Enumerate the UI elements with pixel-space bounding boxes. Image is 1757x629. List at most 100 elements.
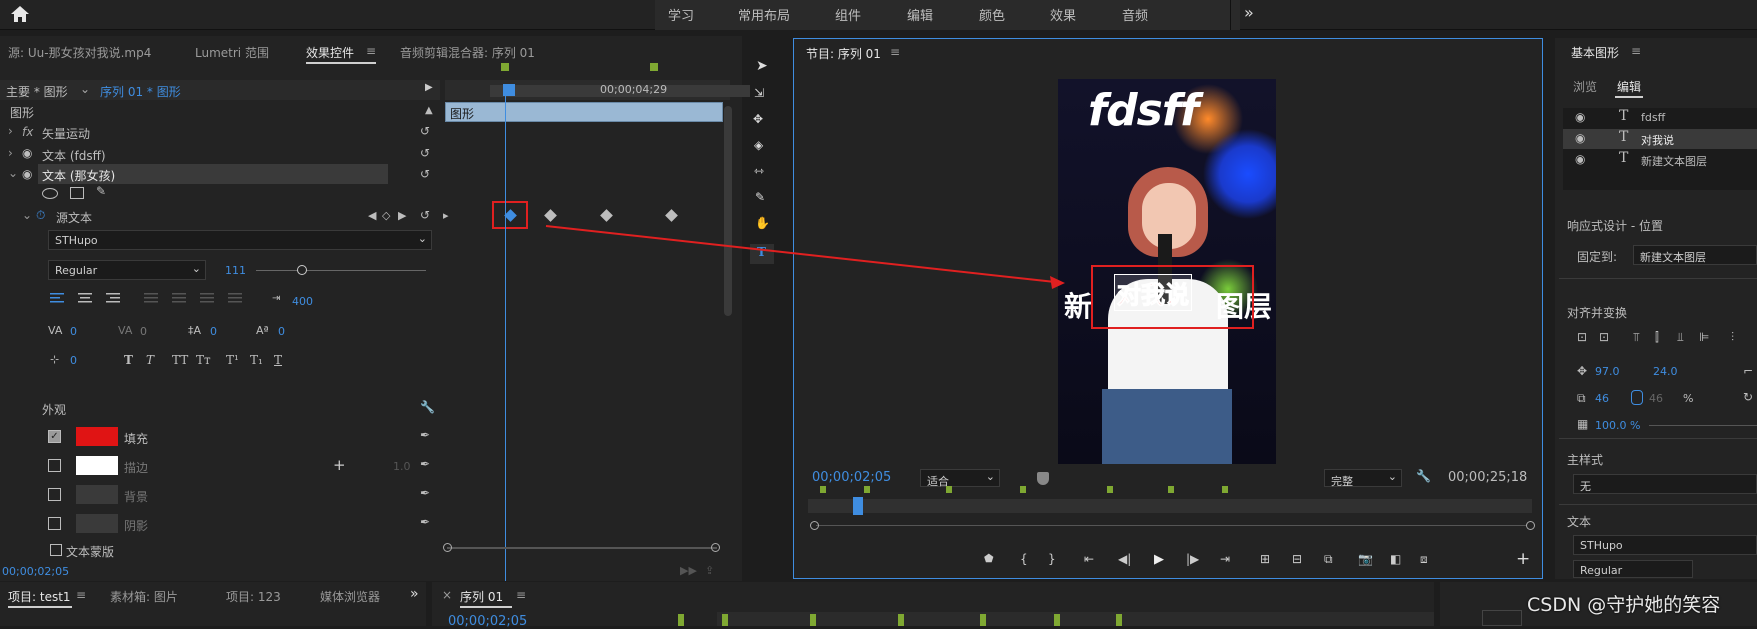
hand-tool-icon[interactable]: ✋ bbox=[755, 216, 770, 230]
add-marker-icon[interactable]: ⬟ bbox=[984, 552, 994, 565]
workspace-color[interactable]: 颜色 bbox=[979, 5, 1005, 24]
master-style-dropdown[interactable]: 无 bbox=[1573, 474, 1757, 494]
eyedropper-icon[interactable]: ✒ bbox=[420, 515, 430, 529]
superscript-button[interactable]: T¹ bbox=[226, 353, 239, 367]
mark-in-icon[interactable]: { bbox=[1020, 552, 1028, 566]
tab-bin[interactable]: 素材箱: 图片 bbox=[110, 588, 178, 605]
keyframe[interactable] bbox=[600, 209, 613, 222]
justify-right-icon[interactable] bbox=[200, 292, 214, 304]
eye-icon[interactable]: ◉ bbox=[22, 167, 32, 181]
workspace-learn[interactable]: 学习 bbox=[668, 5, 694, 24]
pin-to-dropdown[interactable]: 新建文本图层 bbox=[1633, 245, 1757, 265]
position-x-value[interactable]: 97.0 bbox=[1595, 365, 1620, 378]
scroll-handle-right[interactable] bbox=[711, 543, 720, 552]
workspace-assembly[interactable]: 组件 bbox=[835, 5, 861, 24]
reset-icon[interactable]: ↺ bbox=[420, 167, 430, 181]
shadow-checkbox[interactable] bbox=[48, 517, 61, 530]
marker[interactable] bbox=[1168, 486, 1174, 493]
sequence-ruler[interactable] bbox=[717, 612, 1434, 626]
marker[interactable] bbox=[946, 486, 952, 493]
expand-icon[interactable]: › bbox=[8, 146, 13, 160]
sequence-timecode[interactable]: 00;00;02;05 bbox=[448, 614, 527, 629]
go-to-out-icon[interactable]: ⇥ bbox=[1220, 552, 1230, 566]
marker-icon[interactable] bbox=[1037, 472, 1049, 485]
marker[interactable] bbox=[1116, 614, 1122, 626]
fx-icon[interactable]: fx bbox=[22, 125, 33, 139]
prev-keyframe-icon[interactable]: ◀ bbox=[368, 209, 376, 222]
monitor-playhead[interactable] bbox=[853, 497, 863, 515]
program-timecode[interactable]: 00;00;02;05 bbox=[812, 470, 891, 485]
camera-icon[interactable]: 📷 bbox=[1358, 552, 1373, 566]
small-caps-button[interactable]: Tт bbox=[196, 353, 211, 367]
eye-icon[interactable]: ◉ bbox=[22, 146, 32, 160]
align-left-icon[interactable] bbox=[50, 292, 64, 304]
scale-y-value[interactable]: 46 bbox=[1649, 392, 1663, 405]
tracking-value[interactable]: 0 bbox=[140, 325, 147, 338]
align-bottom-icon[interactable]: ⫫ bbox=[1677, 330, 1684, 345]
type-tool-selected[interactable]: T bbox=[750, 244, 774, 264]
tab-lumetri-scopes[interactable]: Lumetri 范围 bbox=[195, 44, 269, 61]
tab-menu-icon[interactable]: ≡ bbox=[1631, 44, 1641, 58]
font-style-dropdown[interactable]: Regular ⌄ bbox=[48, 260, 206, 280]
workspace-audio[interactable]: 音频 bbox=[1122, 5, 1148, 24]
workspace-layout[interactable]: 常用布局 bbox=[738, 5, 790, 24]
leading-value[interactable]: 0 bbox=[210, 325, 217, 338]
export-icon[interactable]: ⇪ bbox=[705, 564, 714, 577]
baseline-value[interactable]: 0 bbox=[278, 325, 285, 338]
tab-menu-icon[interactable]: ≡ bbox=[516, 588, 526, 602]
align-horizontal-center-icon[interactable]: ⊡ bbox=[1599, 330, 1609, 344]
current-timecode[interactable]: 00;00;02;05 bbox=[2, 565, 69, 578]
distribute-icon[interactable]: ⫶ bbox=[1731, 330, 1734, 345]
kerning-value[interactable]: 0 bbox=[70, 325, 77, 338]
scrollbar[interactable] bbox=[724, 106, 732, 316]
marker[interactable] bbox=[722, 614, 728, 626]
align-middle-icon[interactable]: ⫿ bbox=[1655, 330, 1659, 345]
tab-menu-icon[interactable]: ≡ bbox=[366, 44, 376, 58]
subscript-button[interactable]: T₁ bbox=[250, 353, 263, 367]
stroke-color-swatch[interactable] bbox=[76, 456, 118, 475]
graphic-clip-bar[interactable]: 图形 bbox=[445, 102, 723, 122]
align-center-icon[interactable] bbox=[78, 292, 92, 304]
pen-tool-icon[interactable]: ✎ bbox=[755, 190, 765, 204]
breadcrumb-main[interactable]: 主要 * 图形 bbox=[6, 83, 68, 100]
collapse-icon[interactable]: ▲ bbox=[425, 105, 433, 116]
play-only-icon[interactable]: ▶ bbox=[425, 82, 433, 93]
text-layer-fdsff[interactable]: 文本 (fdsff) bbox=[42, 147, 106, 164]
justify-center-icon[interactable] bbox=[172, 292, 186, 304]
fit-dropdown[interactable]: 适合 ⌄ bbox=[920, 469, 1000, 488]
marker[interactable] bbox=[810, 614, 816, 626]
zoom-scrollbar[interactable] bbox=[816, 525, 1526, 526]
zoom-handle-right[interactable] bbox=[1526, 521, 1535, 530]
marker[interactable] bbox=[1054, 614, 1060, 626]
add-keyframe-icon[interactable]: ◇ bbox=[382, 209, 390, 222]
align-vertical-center-icon[interactable]: ⊡ bbox=[1577, 330, 1587, 344]
next-keyframe-icon[interactable]: ▶ bbox=[398, 209, 406, 222]
add-stroke-icon[interactable]: + bbox=[333, 456, 346, 474]
keyframe-nav-icon[interactable]: ▸ bbox=[443, 209, 449, 222]
marker[interactable] bbox=[501, 63, 509, 71]
fill-color-swatch[interactable] bbox=[76, 427, 118, 446]
horizontal-scrollbar[interactable] bbox=[447, 547, 717, 549]
reset-icon[interactable]: ↺ bbox=[420, 146, 430, 160]
anchor-icon[interactable]: ⌐ bbox=[1743, 364, 1753, 378]
underline-button[interactable]: T bbox=[274, 353, 282, 367]
text-layer-girl[interactable]: 文本 (那女孩) bbox=[42, 167, 115, 184]
marker[interactable] bbox=[820, 486, 826, 493]
marker[interactable] bbox=[1222, 486, 1228, 493]
tsume-value[interactable]: 0 bbox=[70, 354, 77, 367]
more-tabs-icon[interactable]: » bbox=[410, 586, 419, 602]
comparison-view-icon[interactable]: ◧ bbox=[1390, 552, 1401, 566]
marker[interactable] bbox=[864, 486, 870, 493]
collapse-arrow-icon[interactable]: ⌄ bbox=[22, 208, 32, 222]
eyedropper-icon[interactable]: ✒ bbox=[420, 428, 430, 442]
align-top-icon[interactable]: ⫪ bbox=[1633, 330, 1640, 345]
rotation-icon[interactable]: ↻ bbox=[1743, 390, 1753, 404]
reset-icon[interactable]: ↺ bbox=[420, 124, 430, 138]
go-to-in-icon[interactable]: ⇤ bbox=[1084, 552, 1094, 566]
marker[interactable] bbox=[980, 614, 986, 626]
layer-row-selected[interactable]: ◉ T 对我说 bbox=[1563, 129, 1757, 149]
opacity-slider[interactable] bbox=[1649, 425, 1757, 426]
more-workspaces-button[interactable]: » bbox=[1244, 3, 1254, 22]
ripple-edit-tool-icon[interactable]: ✥ bbox=[753, 112, 763, 126]
overlay-banner-left[interactable]: 新 bbox=[1064, 285, 1092, 325]
